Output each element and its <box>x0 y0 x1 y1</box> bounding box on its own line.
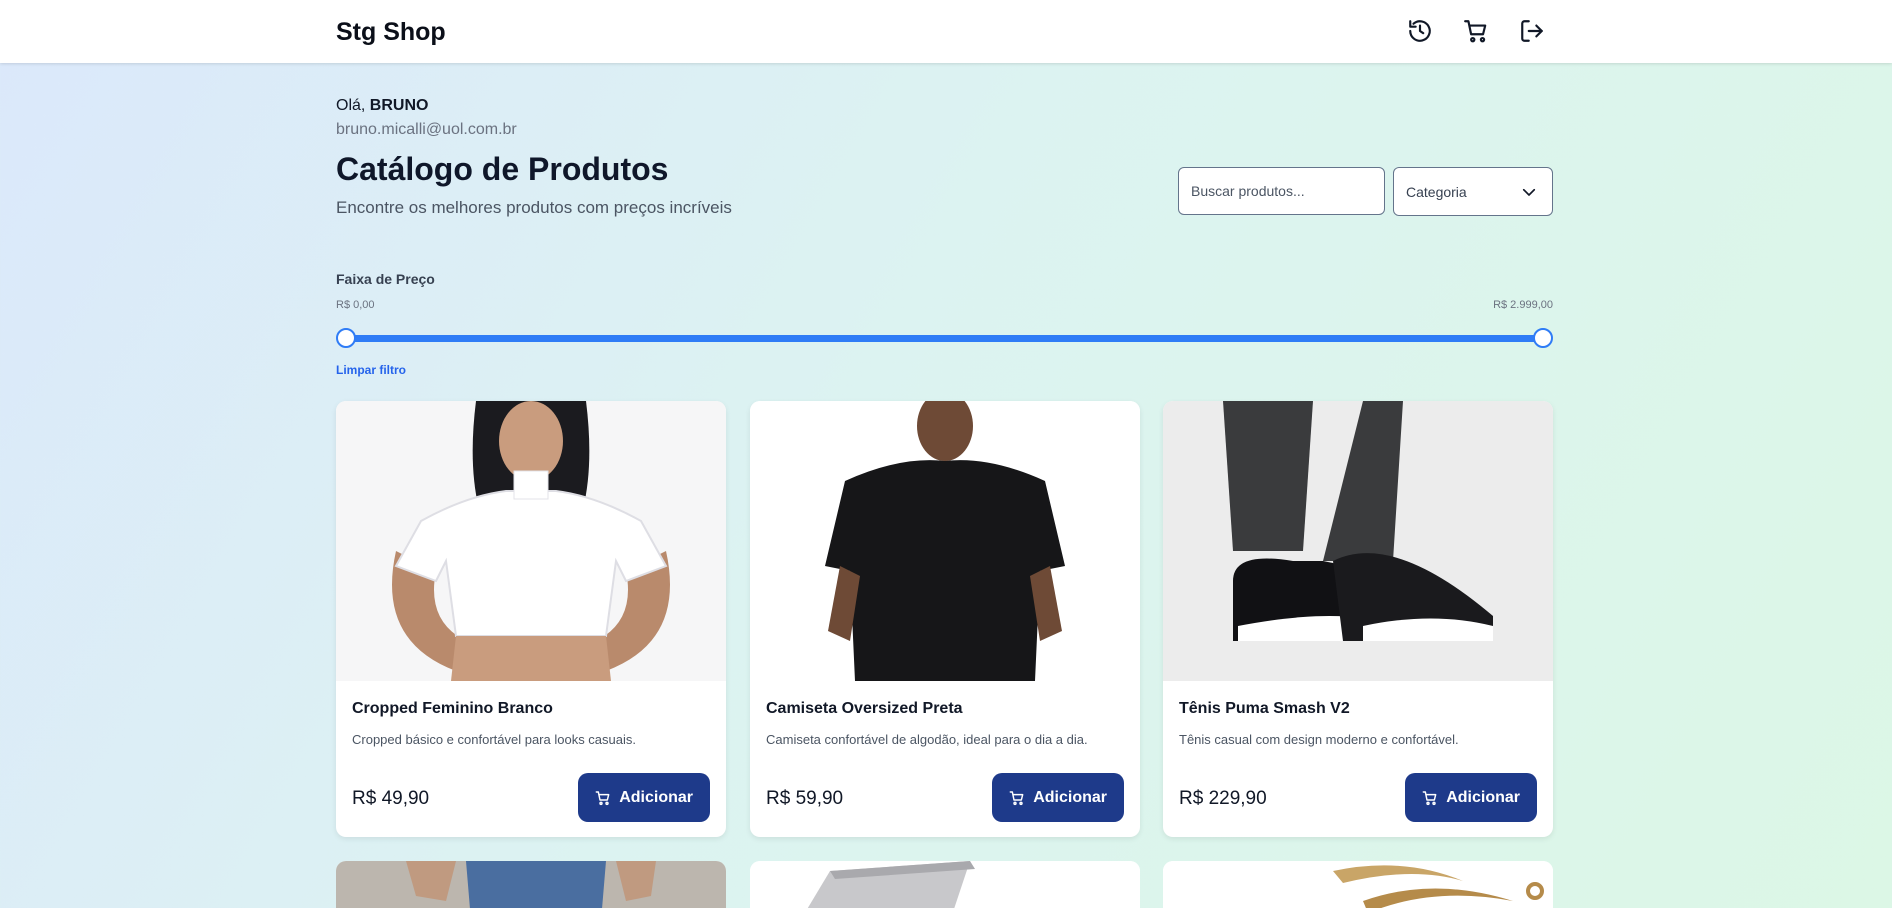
product-image[interactable] <box>1163 401 1553 681</box>
product-card: Camiseta Oversized Preta Camiseta confor… <box>750 401 1140 837</box>
category-select[interactable]: Categoria <box>1393 167 1553 216</box>
product-price: R$ 49,90 <box>352 788 430 809</box>
product-image[interactable] <box>750 861 1140 908</box>
add-to-cart-label: Adicionar <box>1446 788 1520 806</box>
add-to-cart-label: Adicionar <box>1033 788 1107 806</box>
product-image[interactable] <box>750 401 1140 681</box>
cart-icon <box>1009 790 1024 805</box>
product-card: Cropped Feminino Branco Cropped básico e… <box>336 401 726 837</box>
product-card <box>1163 861 1553 908</box>
page-subtitle: Encontre os melhores produtos com preços… <box>336 198 732 217</box>
product-name: Cropped Feminino Branco <box>352 700 553 717</box>
user-name: BRUNO <box>369 97 429 114</box>
price-range-max-handle[interactable] <box>1533 328 1553 348</box>
brand-logo[interactable]: Stg Shop <box>336 18 446 47</box>
user-greeting: Olá, BRUNO <box>336 97 428 115</box>
price-range-label: Faixa de Preço <box>336 271 435 287</box>
add-to-cart-button[interactable]: Adicionar <box>992 773 1124 822</box>
product-card: Tênis Puma Smash V2 Tênis casual com des… <box>1163 401 1553 837</box>
greeting-prefix: Olá, <box>336 97 366 114</box>
product-name: Tênis Puma Smash V2 <box>1179 700 1350 717</box>
product-card <box>750 861 1140 908</box>
product-description: Tênis casual com design moderno e confor… <box>1179 732 1459 747</box>
cart-icon[interactable] <box>1461 16 1491 46</box>
page-title: Catálogo de Produtos <box>336 151 669 187</box>
add-to-cart-button[interactable]: Adicionar <box>1405 773 1537 822</box>
product-description: Cropped básico e confortável para looks … <box>352 732 636 747</box>
product-name: Camiseta Oversized Preta <box>766 700 963 717</box>
cart-icon <box>595 790 610 805</box>
clear-filter-link[interactable]: Limpar filtro <box>336 363 406 377</box>
user-email: bruno.micalli@uol.com.br <box>336 121 517 138</box>
product-image[interactable] <box>1163 861 1553 908</box>
add-to-cart-button[interactable]: Adicionar <box>578 773 710 822</box>
product-description: Camiseta confortável de algodão, ideal p… <box>766 732 1088 747</box>
cart-icon <box>1422 790 1437 805</box>
top-navigation-bar: Stg Shop <box>0 0 1892 63</box>
chevron-down-icon <box>1522 188 1536 196</box>
history-icon[interactable] <box>1405 16 1435 46</box>
search-input[interactable] <box>1178 167 1385 215</box>
product-card <box>336 861 726 908</box>
add-to-cart-label: Adicionar <box>619 788 693 806</box>
product-image[interactable] <box>336 401 726 681</box>
price-min-value: R$ 0,00 <box>336 299 375 311</box>
product-price: R$ 59,90 <box>766 788 844 809</box>
logout-icon[interactable] <box>1517 16 1547 46</box>
product-image[interactable] <box>336 861 726 908</box>
category-select-label: Categoria <box>1406 183 1467 200</box>
price-range-track[interactable] <box>346 335 1543 342</box>
price-range-min-handle[interactable] <box>336 328 356 348</box>
product-price: R$ 229,90 <box>1179 788 1267 809</box>
price-max-value: R$ 2.999,00 <box>1493 299 1553 311</box>
